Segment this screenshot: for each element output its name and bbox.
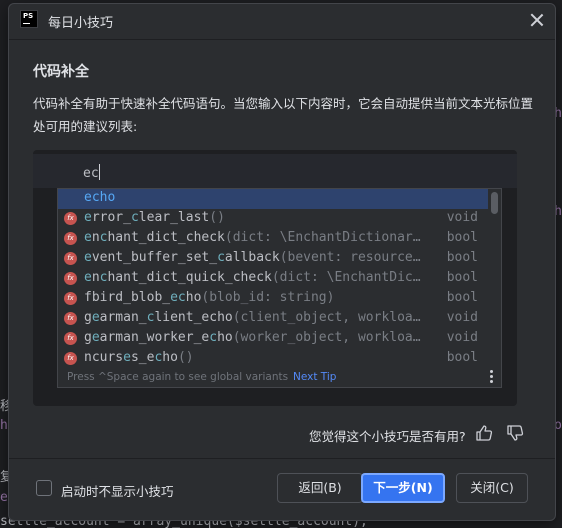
text-caret bbox=[98, 164, 101, 180]
function-icon: fx bbox=[64, 232, 77, 245]
function-icon: fx bbox=[64, 292, 77, 305]
completion-item[interactable]: fx ncurses_echo() bool bbox=[58, 349, 488, 369]
completion-name: enchant_dict_check(dict: \EnchantDiction… bbox=[84, 230, 421, 245]
more-options-icon[interactable] bbox=[490, 370, 494, 384]
completion-name: error_clear_last() bbox=[84, 210, 225, 225]
dont-show-checkbox[interactable] bbox=[36, 480, 52, 496]
bg-glyph: e bbox=[0, 490, 8, 505]
completion-type: void bbox=[446, 330, 478, 345]
feedback-question: 您觉得这个小技巧是否有用? bbox=[309, 429, 466, 444]
thumbs-down-icon[interactable] bbox=[505, 423, 525, 443]
completion-type: bool bbox=[446, 290, 478, 305]
completion-type: bool bbox=[446, 230, 478, 245]
function-icon: fx bbox=[64, 272, 77, 285]
footer-divider bbox=[9, 458, 555, 459]
function-icon: fx bbox=[64, 352, 77, 365]
phpstorm-logo-icon: PS bbox=[20, 10, 38, 28]
dialog-titlebar: PS 每日小技巧 bbox=[9, 4, 555, 40]
completion-item[interactable]: fx gearman_client_echo(client_object, wo… bbox=[58, 309, 488, 329]
close-icon[interactable] bbox=[529, 12, 545, 28]
tip-of-the-day-dialog: PS 每日小技巧 代码补全 代码补全有助于快速补全代码语句。当您输入以下内容时，… bbox=[8, 3, 556, 521]
completion-item[interactable]: fx enchant_dict_quick_check(dict: \Encha… bbox=[58, 269, 488, 289]
typed-text: ec bbox=[83, 164, 101, 181]
completion-name: gearman_client_echo(client_object, workl… bbox=[84, 310, 421, 325]
completion-type: void bbox=[446, 310, 478, 325]
completion-item[interactable]: fx error_clear_last() void bbox=[58, 209, 488, 229]
dont-show-label: 启动时不显示小技巧 bbox=[61, 484, 174, 499]
code-preview: ec echo fx error_clear_last() void fx en… bbox=[33, 150, 517, 406]
completion-name: gearman_worker_echo(worker_object, workl… bbox=[84, 330, 421, 345]
tip-heading: 代码补全 bbox=[33, 64, 89, 80]
completion-popup: echo fx error_clear_last() void fx encha… bbox=[57, 188, 502, 388]
popup-footer: Press ^Space again to see global variant… bbox=[58, 367, 501, 387]
function-icon: fx bbox=[64, 332, 77, 345]
completion-type: bool bbox=[446, 250, 478, 265]
completion-item[interactable]: fx fbird_blob_echo(blob_id: string) bool bbox=[58, 289, 488, 309]
bg-glyph: h bbox=[0, 418, 8, 433]
close-button[interactable]: 关闭(C) bbox=[456, 473, 528, 503]
completion-item[interactable]: fx enchant_dict_check(dict: \EnchantDict… bbox=[58, 229, 488, 249]
completion-item[interactable]: fx event_buffer_set_callback(bevent: res… bbox=[58, 249, 488, 269]
completion-name: echo bbox=[84, 190, 116, 205]
function-icon: fx bbox=[64, 312, 77, 325]
popup-scrollbar[interactable] bbox=[491, 192, 498, 214]
dialog-title: 每日小技巧 bbox=[48, 16, 114, 31]
next-tip-link[interactable]: Next Tip bbox=[293, 371, 336, 383]
function-icon: fx bbox=[64, 212, 77, 225]
completion-name: ncurses_echo() bbox=[84, 350, 194, 365]
completion-item[interactable]: echo bbox=[58, 189, 488, 209]
function-icon: fx bbox=[64, 252, 77, 265]
thumbs-up-icon[interactable] bbox=[474, 423, 494, 443]
back-button[interactable]: 返回(B) bbox=[277, 473, 363, 503]
completion-name: event_buffer_set_callback(bevent: resour… bbox=[84, 250, 421, 265]
tip-description: 代码补全有助于快速补全代码语句。当您输入以下内容时，它会自动提供当前文本光标位置… bbox=[33, 96, 534, 134]
current-line: ec bbox=[33, 154, 517, 188]
completion-item[interactable]: fx gearman_worker_echo(worker_object, wo… bbox=[58, 329, 488, 349]
completion-type: void bbox=[446, 210, 478, 225]
completion-type: bool bbox=[446, 270, 478, 285]
completion-type: bool bbox=[446, 350, 478, 365]
popup-hint: Press ^Space again to see global variant… bbox=[67, 371, 289, 383]
next-button[interactable]: 下一步(N) bbox=[361, 473, 445, 503]
completion-name: enchant_dict_quick_check(dict: \EnchantD… bbox=[84, 270, 421, 285]
completion-name: fbird_blob_echo(blob_id: string) bbox=[84, 290, 335, 305]
